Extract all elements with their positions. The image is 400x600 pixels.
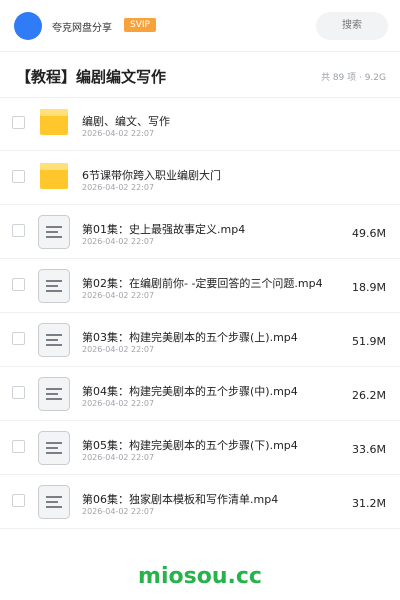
document-icon bbox=[38, 431, 70, 465]
list-item[interactable]: 第03集：构建完美剧本的五个步骤(上).mp4 2026-04-02 22:07… bbox=[0, 313, 400, 367]
item-size: 31.2M bbox=[352, 497, 386, 510]
list-item[interactable]: 第01集：史上最强故事定义.mp4 2026-04-02 22:07 49.6M bbox=[0, 205, 400, 259]
select-checkbox[interactable] bbox=[12, 278, 25, 291]
document-icon bbox=[38, 377, 70, 411]
item-date: 2026-04-02 22:07 bbox=[82, 507, 155, 516]
list-item[interactable]: 第06集：独家剧本模板和写作清单.mp4 2026-04-02 22:07 31… bbox=[0, 475, 400, 529]
item-date: 2026-04-02 22:07 bbox=[82, 399, 155, 408]
list-item[interactable]: 6节课带你跨入职业编剧大门 2026-04-02 22:07 bbox=[0, 151, 400, 205]
item-size: 51.9M bbox=[352, 335, 386, 348]
folder-title-row: 【教程】编剧编文写作 共 89 项 · 9.2G bbox=[0, 52, 400, 98]
folder-icon bbox=[40, 109, 68, 135]
watermark: miosou.cc bbox=[138, 564, 262, 589]
select-checkbox[interactable] bbox=[12, 224, 25, 237]
item-date: 2026-04-02 22:07 bbox=[82, 345, 155, 354]
select-checkbox[interactable] bbox=[12, 170, 25, 183]
list-item[interactable]: 编剧、编文、写作 2026-04-02 22:07 bbox=[0, 97, 400, 151]
item-date: 2026-04-02 22:07 bbox=[82, 129, 155, 138]
document-icon bbox=[38, 269, 70, 303]
list-item[interactable]: 第05集：构建完美剧本的五个步骤(下).mp4 2026-04-02 22:07… bbox=[0, 421, 400, 475]
item-date: 2026-04-02 22:07 bbox=[82, 291, 155, 300]
list-item[interactable]: 第04集：构建完美剧本的五个步骤(中).mp4 2026-04-02 22:07… bbox=[0, 367, 400, 421]
select-checkbox[interactable] bbox=[12, 116, 25, 129]
select-checkbox[interactable] bbox=[12, 386, 25, 399]
item-name: 6节课带你跨入职业编剧大门 bbox=[82, 169, 221, 182]
app-name: 夸克网盘分享 bbox=[52, 23, 112, 34]
document-icon bbox=[38, 323, 70, 357]
item-name: 第04集：构建完美剧本的五个步骤(中).mp4 bbox=[82, 385, 298, 398]
item-name: 第03集：构建完美剧本的五个步骤(上).mp4 bbox=[82, 331, 298, 344]
item-count: 共 89 项 · 9.2G bbox=[320, 73, 386, 83]
item-date: 2026-04-02 22:07 bbox=[82, 183, 155, 192]
item-size: 18.9M bbox=[352, 281, 386, 294]
item-size: 26.2M bbox=[352, 389, 386, 402]
avatar[interactable] bbox=[14, 12, 42, 40]
item-name: 第02集：在编剧前你- -定要回答的三个问题.mp4 bbox=[82, 277, 323, 290]
folder-icon bbox=[40, 163, 68, 189]
document-icon bbox=[38, 485, 70, 519]
select-checkbox[interactable] bbox=[12, 494, 25, 507]
page-title: 【教程】编剧编文写作 bbox=[16, 68, 167, 86]
search-input[interactable] bbox=[316, 12, 388, 40]
select-checkbox[interactable] bbox=[12, 440, 25, 453]
item-size: 33.6M bbox=[352, 443, 386, 456]
item-date: 2026-04-02 22:07 bbox=[82, 453, 155, 462]
item-name: 第06集：独家剧本模板和写作清单.mp4 bbox=[82, 493, 279, 506]
item-name: 编剧、编文、写作 bbox=[82, 115, 170, 128]
select-checkbox[interactable] bbox=[12, 332, 25, 345]
file-list: 编剧、编文、写作 2026-04-02 22:07 6节课带你跨入职业编剧大门 … bbox=[0, 97, 400, 529]
item-date: 2026-04-02 22:07 bbox=[82, 237, 155, 246]
item-name: 第05集：构建完美剧本的五个步骤(下).mp4 bbox=[82, 439, 298, 452]
svip-badge: SVIP bbox=[124, 18, 156, 32]
header-bar: 夸克网盘分享 SVIP bbox=[0, 0, 400, 52]
item-name: 第01集：史上最强故事定义.mp4 bbox=[82, 223, 246, 236]
list-item[interactable]: 第02集：在编剧前你- -定要回答的三个问题.mp4 2026-04-02 22… bbox=[0, 259, 400, 313]
document-icon bbox=[38, 215, 70, 249]
item-size: 49.6M bbox=[352, 227, 386, 240]
